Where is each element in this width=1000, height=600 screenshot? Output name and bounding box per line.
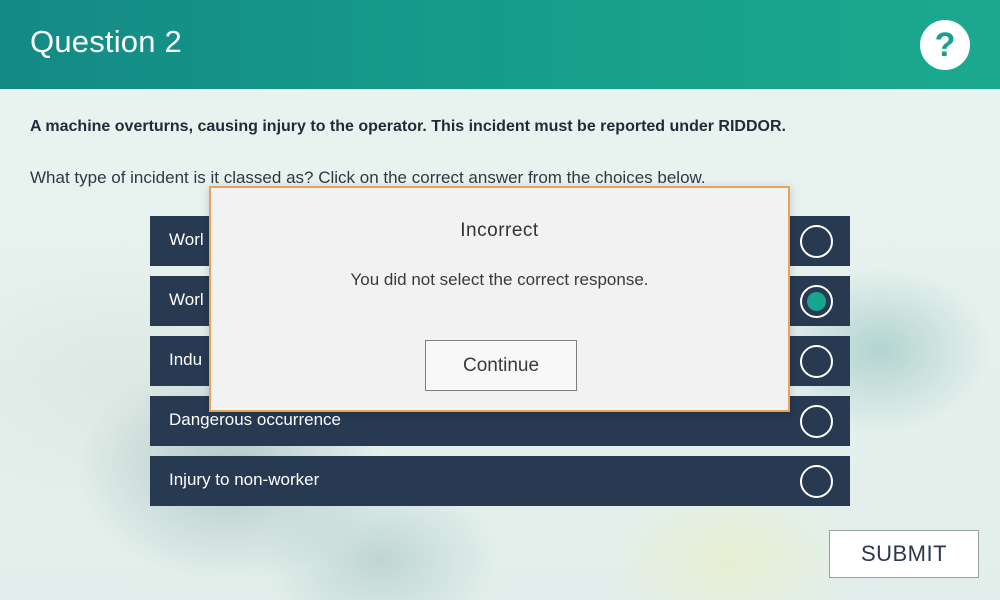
help-icon[interactable]: ? (920, 20, 970, 70)
feedback-message: You did not select the correct response. (350, 270, 649, 289)
question-header: Question 2 ? (0, 0, 1000, 89)
choice-label: Dangerous occurrence (169, 410, 341, 429)
radio-icon[interactable] (800, 225, 833, 258)
submit-button[interactable]: SUBMIT (829, 530, 979, 578)
feedback-dialog: Incorrect You did not select the correct… (209, 186, 790, 412)
choice-label: Worl (169, 290, 204, 309)
quiz-stage: Question 2 ? A machine overturns, causin… (0, 0, 1000, 600)
question-prompt: A machine overturns, causing injury to t… (30, 118, 786, 135)
radio-icon[interactable] (800, 465, 833, 498)
continue-button[interactable]: Continue (425, 340, 577, 391)
radio-icon[interactable] (800, 405, 833, 438)
feedback-title: Incorrect (460, 220, 539, 241)
choice-label: Indu (169, 350, 203, 369)
radio-icon[interactable] (800, 345, 833, 378)
choice-option-5[interactable]: Injury to non-worker (150, 456, 850, 506)
radio-selected-icon[interactable] (800, 285, 833, 318)
question-instruction: What type of incident is it classed as? … (30, 168, 706, 187)
question-title: Question 2 (30, 24, 182, 59)
choice-label: Injury to non-worker (169, 470, 320, 489)
choice-label: Worl (169, 230, 204, 249)
